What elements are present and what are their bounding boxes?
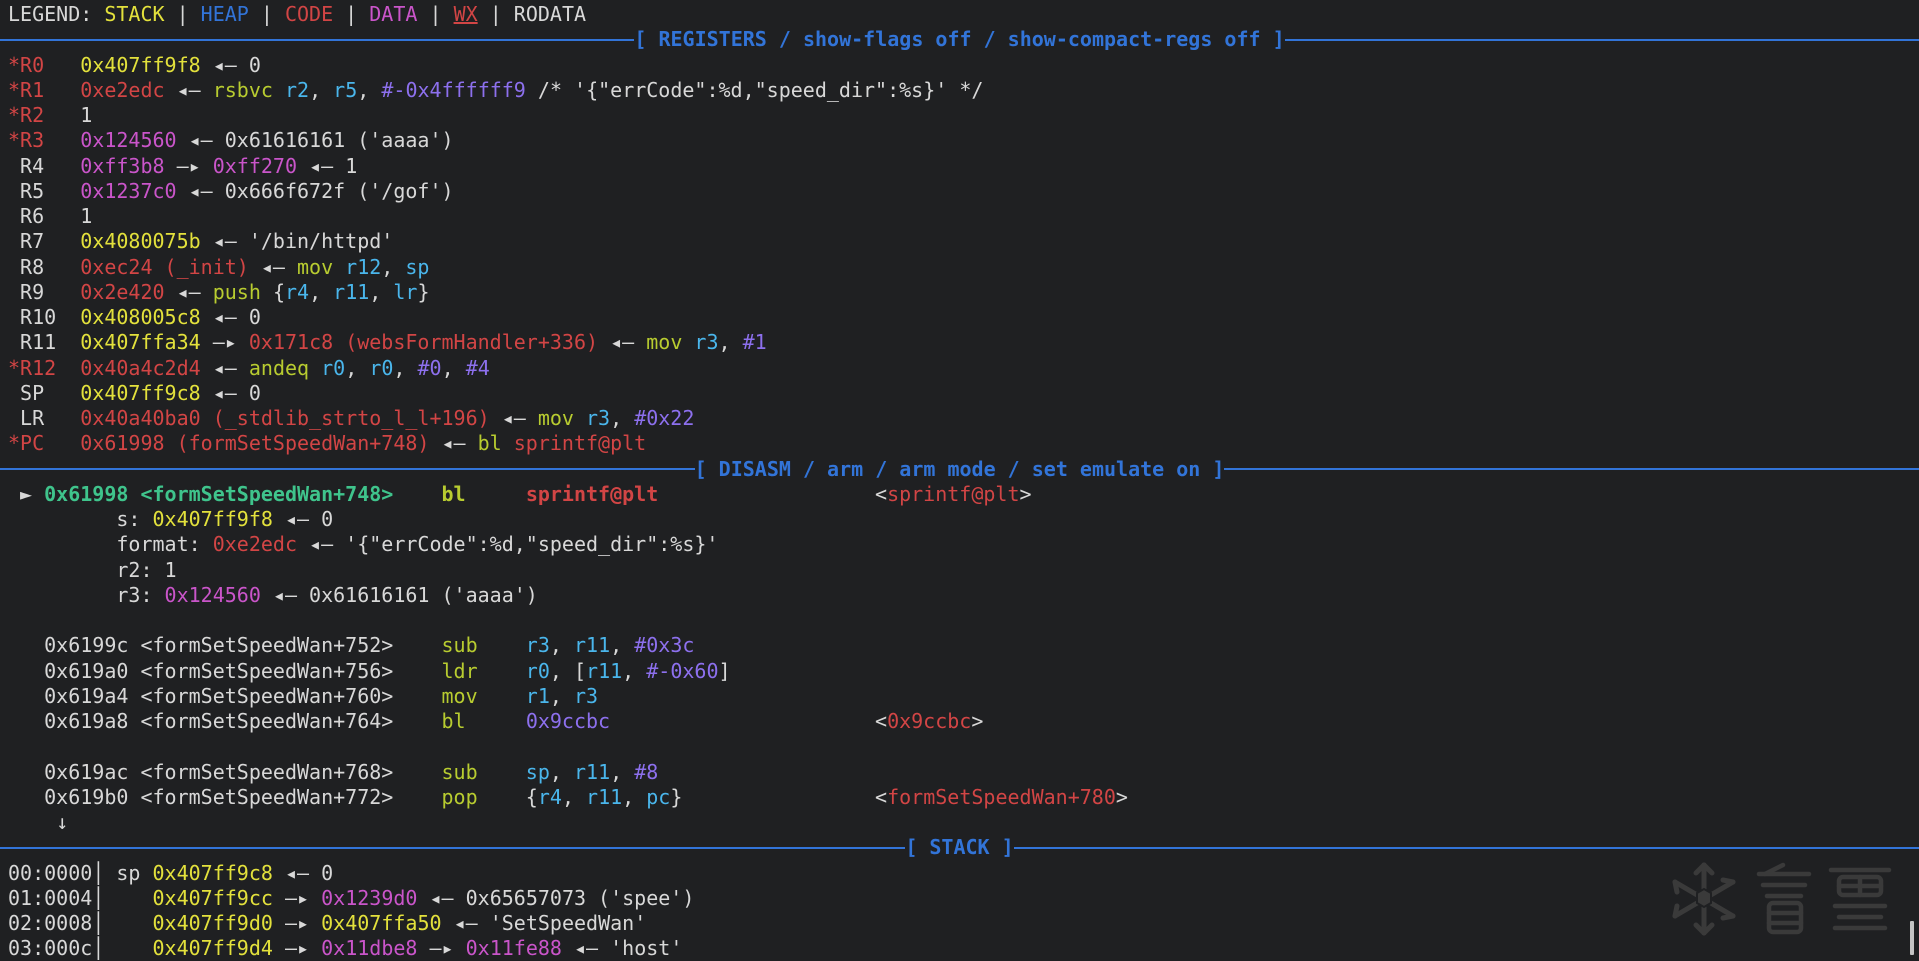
disasm-panel: ► 0x61998 <formSetSpeedWan+748> bl sprin… bbox=[8, 482, 1919, 836]
register-row-r4: R4 0xff3b8 —▸ 0xff270 ◂— 1 bbox=[8, 154, 1919, 179]
kanxue-logo-text bbox=[1753, 862, 1893, 936]
cursor-bar bbox=[1910, 921, 1914, 955]
register-row-r1: *R1 0xe2edc ◂— rsbvc r2, r5, #-0x4ffffff… bbox=[8, 78, 1919, 103]
disasm-section-header: [ DISASM / arm / arm mode / set emulate … bbox=[0, 457, 1919, 482]
disasm-section-title: [ DISASM / arm / arm mode / set emulate … bbox=[695, 457, 1225, 482]
blank-line bbox=[8, 608, 1919, 633]
registers-section-header: [ REGISTERS / show-flags off / show-comp… bbox=[0, 27, 1919, 52]
register-row-lr: LR 0x40a40ba0 (_stdlib_strto_l_l+196) ◂—… bbox=[8, 406, 1919, 431]
register-row-r6: R6 1 bbox=[8, 204, 1919, 229]
disasm-arg-r3: r3: 0x124560 ◂— 0x61616161 ('aaaa') bbox=[8, 583, 1919, 608]
legend-line: LEGEND: STACK | HEAP | CODE | DATA | WX … bbox=[8, 2, 1919, 27]
kanxue-watermark: 看雪 bbox=[1671, 861, 1893, 937]
disasm-arg-r2: r2: 1 bbox=[8, 558, 1919, 583]
disasm-arg-s: s: 0x407ff9f8 ◂— 0 bbox=[8, 507, 1919, 532]
registers-panel: *R0 0x407ff9f8 ◂— 0*R1 0xe2edc ◂— rsbvc … bbox=[8, 53, 1919, 457]
disasm-row-0x619a8: 0x619a8 <formSetSpeedWan+764> bl 0x9ccbc… bbox=[8, 709, 1919, 734]
divider-line bbox=[0, 847, 905, 849]
registers-section-title: [ REGISTERS / show-flags off / show-comp… bbox=[634, 27, 1284, 52]
snowflake-icon bbox=[1671, 861, 1737, 937]
divider-line bbox=[0, 468, 695, 470]
blank-line bbox=[8, 734, 1919, 759]
divider-line bbox=[1285, 39, 1919, 41]
register-row-pc: *PC 0x61998 (formSetSpeedWan+748) ◂— bl … bbox=[8, 431, 1919, 456]
register-row-r8: R8 0xec24 (_init) ◂— mov r12, sp bbox=[8, 255, 1919, 280]
disasm-row-0x619ac: 0x619ac <formSetSpeedWan+768> sub sp, r1… bbox=[8, 760, 1919, 785]
stack-panel: 00:0000│ sp 0x407ff9c8 ◂— 001:0004│ 0x40… bbox=[8, 861, 1919, 961]
stack-row-01: 01:0004│ 0x407ff9cc —▸ 0x1239d0 ◂— 0x656… bbox=[8, 886, 1919, 911]
disasm-arg-format: format: 0xe2edc ◂— '{"errCode":%d,"speed… bbox=[8, 532, 1919, 557]
disasm-row-0x619a0: 0x619a0 <formSetSpeedWan+756> ldr r0, [r… bbox=[8, 659, 1919, 684]
debugger-terminal: LEGEND: STACK | HEAP | CODE | DATA | WX … bbox=[0, 0, 1919, 961]
stack-row-02: 02:0008│ 0x407ff9d0 —▸ 0x407ffa50 ◂— 'Se… bbox=[8, 911, 1919, 936]
disasm-row-0x619b0: 0x619b0 <formSetSpeedWan+772> pop {r4, r… bbox=[8, 785, 1919, 810]
stack-row-00: 00:0000│ sp 0x407ff9c8 ◂— 0 bbox=[8, 861, 1919, 886]
register-row-r9: R9 0x2e420 ◂— push {r4, r11, lr} bbox=[8, 280, 1919, 305]
stack-section-header: [ STACK ] bbox=[0, 835, 1919, 860]
register-row-r7: R7 0x4080075b ◂— '/bin/httpd' bbox=[8, 229, 1919, 254]
stack-row-03: 03:000c│ 0x407ff9d4 —▸ 0x11dbe8 —▸ 0x11f… bbox=[8, 936, 1919, 961]
register-row-sp: SP 0x407ff9c8 ◂— 0 bbox=[8, 381, 1919, 406]
divider-line bbox=[0, 39, 634, 41]
register-row-r2: *R2 1 bbox=[8, 103, 1919, 128]
stack-section-title: [ STACK ] bbox=[905, 835, 1013, 860]
register-row-r12: *R12 0x40a4c2d4 ◂— andeq r0, r0, #0, #4 bbox=[8, 356, 1919, 381]
legend: LEGEND: STACK | HEAP | CODE | DATA | WX … bbox=[8, 2, 1919, 27]
register-row-r3: *R3 0x124560 ◂— 0x61616161 ('aaaa') bbox=[8, 128, 1919, 153]
disasm-row-0x6199c: 0x6199c <formSetSpeedWan+752> sub r3, r1… bbox=[8, 633, 1919, 658]
register-row-r10: R10 0x408005c8 ◂— 0 bbox=[8, 305, 1919, 330]
register-row-r0: *R0 0x407ff9f8 ◂— 0 bbox=[8, 53, 1919, 78]
divider-line bbox=[1014, 847, 1919, 849]
disasm-continue-arrow: ↓ bbox=[8, 810, 1919, 835]
register-row-r11: R11 0x407ffa34 —▸ 0x171c8 (websFormHandl… bbox=[8, 330, 1919, 355]
register-row-r5: R5 0x1237c0 ◂— 0x666f672f ('/gof') bbox=[8, 179, 1919, 204]
disasm-row-0x619a4: 0x619a4 <formSetSpeedWan+760> mov r1, r3 bbox=[8, 684, 1919, 709]
divider-line bbox=[1224, 468, 1919, 470]
disasm-row-current: ► 0x61998 <formSetSpeedWan+748> bl sprin… bbox=[8, 482, 1919, 507]
